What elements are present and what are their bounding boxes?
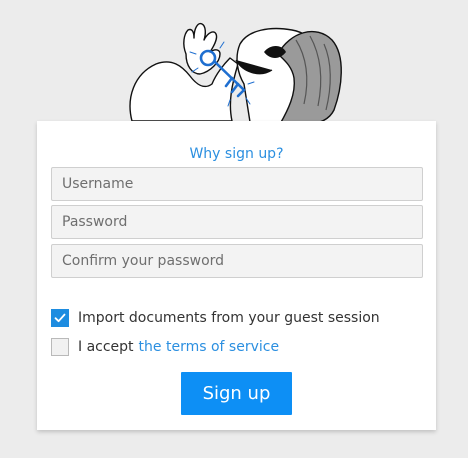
sign-up-button[interactable]: Sign up — [181, 372, 292, 415]
accept-terms-checkbox[interactable] — [51, 338, 69, 356]
import-documents-label: Import documents from your guest session — [78, 310, 380, 326]
why-sign-up-link[interactable]: Why sign up? — [37, 146, 436, 162]
terms-of-service-link[interactable]: the terms of service — [139, 339, 280, 355]
accept-terms-row: I accept the terms of service — [51, 338, 279, 356]
signup-card: Why sign up? Import documents from your … — [37, 121, 436, 430]
accept-terms-label: I accept — [78, 339, 134, 355]
confirm-password-input[interactable] — [51, 244, 423, 278]
import-documents-row: Import documents from your guest session — [51, 309, 380, 327]
username-input[interactable] — [51, 167, 423, 201]
password-input[interactable] — [51, 205, 423, 239]
import-documents-checkbox[interactable] — [51, 309, 69, 327]
checkmark-icon — [54, 313, 66, 323]
character-with-key-icon — [129, 22, 342, 125]
